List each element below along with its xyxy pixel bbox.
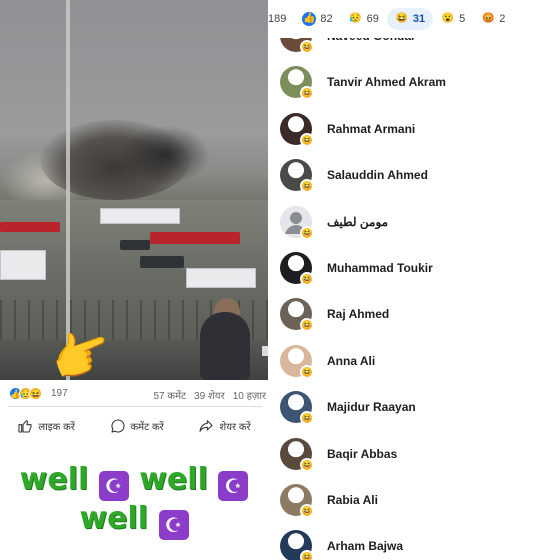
haha-icon: 😆 <box>300 550 314 560</box>
reaction-tabs: 189 👍 82 😥 69 😆 31 😮 5 😡 2 <box>268 0 560 38</box>
haha-icon: 😆 <box>300 318 314 333</box>
reactor-row[interactable]: 😆 Anna Ali <box>280 344 560 391</box>
reactor-row[interactable]: 😆 Tanvir Ahmed Akram <box>280 66 560 112</box>
haha-icon: 😆 <box>300 411 314 426</box>
like-label: लाइक करें <box>38 422 75 433</box>
reactor-row[interactable]: 😆 Arham Bajwa <box>280 530 560 560</box>
vehicle <box>120 240 150 250</box>
comment-count[interactable]: 57 कमेंट <box>153 388 186 402</box>
tab-care[interactable]: 😥 69 <box>341 8 387 30</box>
tab-count: 189 <box>268 13 287 25</box>
reactor-row[interactable]: 😆 مومن لطيف <box>280 205 560 252</box>
reactor-name[interactable]: Anna Ali <box>327 354 375 368</box>
caption-word: well <box>19 462 89 497</box>
post-actions: लाइक करें कमेंट करें शेयर करें <box>0 414 268 438</box>
reactor-name[interactable]: Baqir Abbas <box>327 447 397 461</box>
red-fire-truck <box>150 232 240 244</box>
angry-icon: 😡 <box>482 13 495 24</box>
share-button[interactable]: शेयर करें <box>198 414 251 438</box>
reactor-row[interactable]: 😆 Baqir Abbas <box>280 437 560 484</box>
haha-icon: 😆 <box>300 457 314 472</box>
star-crescent-icon: ☪ <box>98 471 129 501</box>
haha-icon: 😆 <box>300 272 314 286</box>
divider <box>8 406 262 407</box>
tab-count: 2 <box>499 13 506 25</box>
tab-wow[interactable]: 😮 5 <box>433 8 473 30</box>
tab-haha[interactable]: 😆 31 <box>386 8 434 30</box>
haha-icon: 😆 <box>300 40 314 54</box>
wow-icon: 😮 <box>441 13 455 24</box>
reactor-name[interactable]: Salauddin Ahmed <box>327 168 428 182</box>
tab-all[interactable]: 189 <box>268 9 294 29</box>
reactor-name[interactable]: مومن لطيف <box>327 215 388 229</box>
service-vans <box>186 268 256 288</box>
tab-count: 82 <box>320 13 333 25</box>
haha-icon: 😆 <box>395 13 409 24</box>
reactor-name[interactable]: Rahmat Armani <box>327 122 415 136</box>
share-icon <box>199 420 213 432</box>
haha-icon: 😆 <box>300 86 314 101</box>
star-crescent-icon: ☪ <box>158 510 189 540</box>
hangar-building <box>100 208 180 224</box>
haha-icon: 😆 <box>300 225 314 240</box>
haha-icon: 😆 <box>300 504 314 518</box>
comment-label: कमेंट करें <box>130 422 164 433</box>
thumbs-up-icon <box>18 420 32 433</box>
haha-icon: 😆 <box>300 364 314 379</box>
star-crescent-icon: ☪ <box>218 471 249 501</box>
tab-angry[interactable]: 😡 2 <box>473 8 513 30</box>
reactor-name[interactable]: Raj Ahmed <box>327 307 389 321</box>
care-icon: 😥 <box>349 13 362 24</box>
view-count: 10 हज़ार <box>232 391 266 402</box>
vehicle <box>140 256 184 268</box>
haha-icon: 😆 <box>300 132 314 147</box>
reactor-name[interactable]: Arham Bajwa <box>327 539 403 553</box>
tab-like[interactable]: 👍 82 <box>294 8 340 30</box>
spectator <box>200 312 250 380</box>
tab-count: 5 <box>459 13 466 25</box>
reactor-row[interactable]: 😆 Raj Ahmed <box>280 298 560 344</box>
caption-overlay: well ☪ well ☪ well ☪ <box>0 462 268 540</box>
post-video[interactable]: 👉 <box>0 0 268 380</box>
white-building <box>0 250 46 280</box>
haha-icon: 😆 <box>29 387 42 400</box>
caption-word: well <box>139 462 208 497</box>
tab-count: 31 <box>412 13 426 25</box>
reaction-icons[interactable]: 👍 😥 😆 <box>9 387 42 400</box>
comment-icon <box>110 419 125 433</box>
haha-icon: 😆 <box>300 179 314 194</box>
light-pole <box>66 0 70 380</box>
reactor-name[interactable]: Rabia Ali <box>327 493 378 507</box>
reactor-row[interactable]: 😆 Rahmat Armani <box>280 112 560 159</box>
reactor-row[interactable]: 😆 Muhammad Toukir <box>280 252 560 298</box>
tab-count: 69 <box>366 13 379 25</box>
caption-word: well <box>79 501 149 536</box>
reactor-name[interactable]: Tanvir Ahmed Akram <box>327 75 446 89</box>
share-count[interactable]: 39 शेयर <box>194 388 225 402</box>
reactor-row[interactable]: 😆 Rabia Ali <box>280 484 560 530</box>
reactions-panel: 😆Naveed Gondal😆Tanvir Ahmed Akram😆Rahmat… <box>268 0 560 560</box>
post-stats: 👍 😥 😆 197 57 कमेंट 39 शेयर 10 हज़ार <box>0 384 268 404</box>
red-vehicle <box>0 222 60 232</box>
reactor-name[interactable]: Majidur Raayan <box>327 400 416 414</box>
comment-button[interactable]: कमेंट करें <box>110 414 164 438</box>
like-button[interactable]: लाइक करें <box>17 414 75 438</box>
reaction-count[interactable]: 197 <box>51 388 68 399</box>
smoke-cloud <box>120 125 210 185</box>
reactor-row[interactable]: 😆 Salauddin Ahmed <box>280 159 560 205</box>
reactor-name[interactable]: Muhammad Toukir <box>327 261 433 275</box>
share-label: शेयर करें <box>219 422 251 433</box>
reactor-row[interactable]: 😆 Majidur Raayan <box>280 391 560 437</box>
post-card: 👉 👍 😥 😆 197 57 कमेंट 39 शेयर 10 हज़ार ला… <box>0 0 268 560</box>
like-icon: 👍 <box>302 12 317 26</box>
